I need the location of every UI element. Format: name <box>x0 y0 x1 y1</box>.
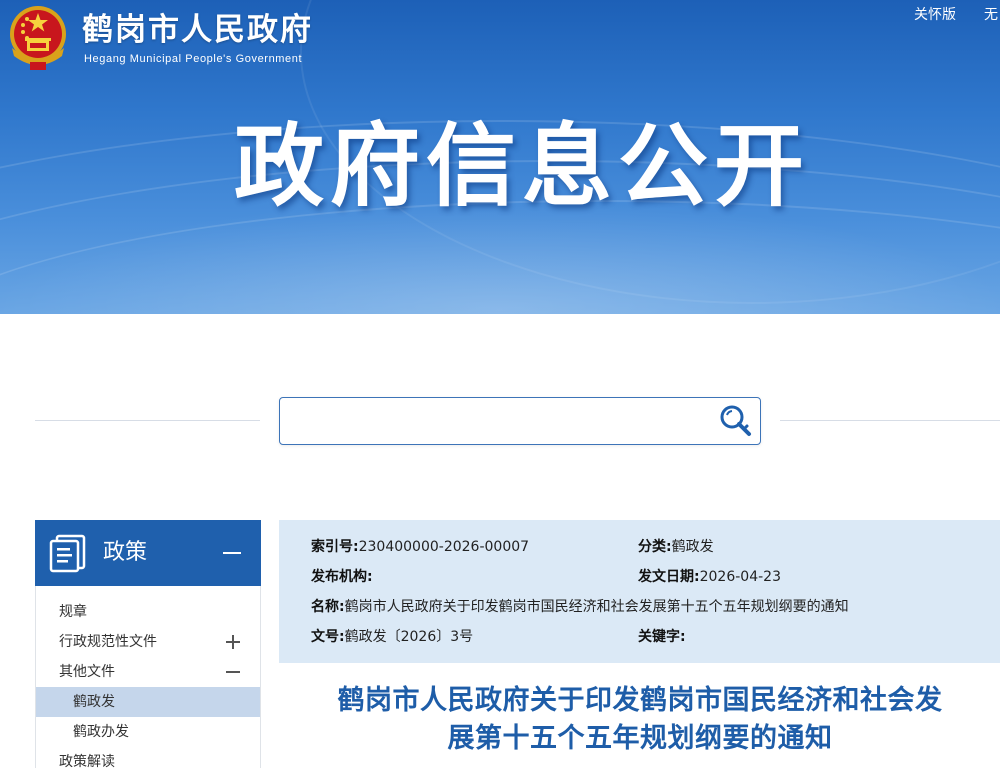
search-divider-left <box>35 420 260 421</box>
document-icon <box>49 534 86 573</box>
article-title-line1: 鹤岗市人民政府关于印发鹤岗市国民经济和社会发 <box>337 685 943 716</box>
meta-date-label: 发文日期: <box>638 569 700 585</box>
meta-docno-label: 文号: <box>311 629 345 645</box>
meta-docno-value: 鹤政发〔2026〕3号 <box>344 629 474 645</box>
meta-name-value: 鹤岗市人民政府关于印发鹤岗市国民经济和社会发展第十五个五年规划纲要的通知 <box>344 599 849 615</box>
sidebar-item-policy-interpretation[interactable]: 政策解读 <box>36 747 260 777</box>
article-title-line2: 展第十五个五年规划纲要的通知 <box>447 723 833 754</box>
meta-index-value: 230400000-2026-00007 <box>358 539 530 555</box>
site-name[interactable]: 鹤岗市人民政府 <box>82 10 313 50</box>
header-banner: 鹤岗市人民政府 Hegang Municipal People's Govern… <box>0 0 1000 314</box>
national-emblem-icon[interactable] <box>6 4 70 72</box>
meta-date: 发文日期:2026-04-23 <box>638 568 781 586</box>
sidebar-item-hezhengbanfa[interactable]: 鹤政办发 <box>36 717 260 747</box>
sidebar-item-regulations[interactable]: 规章 <box>36 597 260 627</box>
sidebar-item-label: 鹤政发 <box>73 694 115 710</box>
plus-icon[interactable] <box>226 635 240 649</box>
meta-category: 分类:鹤政发 <box>638 538 714 556</box>
care-mode-link[interactable]: 关怀版 <box>914 6 956 24</box>
article-title: 鹤岗市人民政府关于印发鹤岗市国民经济和社会发 展第十五个五年规划纲要的通知 <box>290 682 990 758</box>
sidebar-list: 规章 行政规范性文件 其他文件 鹤政发 鹤政办发 政策解读 <box>35 586 261 770</box>
meta-index: 索引号:230400000-2026-00007 <box>311 538 529 556</box>
sidebar-item-hezhengfa[interactable]: 鹤政发 <box>36 687 260 717</box>
collapse-icon[interactable] <box>223 552 241 554</box>
sidebar-item-label: 政策解读 <box>59 754 115 770</box>
document-meta-panel: 索引号:230400000-2026-00007 分类:鹤政发 发布机构: 发文… <box>279 520 1000 663</box>
meta-publisher-label: 发布机构: <box>311 569 373 585</box>
search-input[interactable] <box>290 404 714 438</box>
sidebar-item-label: 鹤政办发 <box>73 724 129 740</box>
meta-keyword: 关键字: <box>638 628 686 646</box>
accessibility-link[interactable]: 无 <box>984 6 998 24</box>
meta-docno: 文号:鹤政发〔2026〕3号 <box>311 628 473 646</box>
search-key-icon[interactable] <box>718 404 754 438</box>
meta-category-label: 分类: <box>638 539 672 555</box>
sidebar-item-label: 行政规范性文件 <box>59 634 157 650</box>
sidebar-item-normative-docs[interactable]: 行政规范性文件 <box>36 627 260 657</box>
hero-title: 政府信息公开 <box>234 114 810 219</box>
sidebar-header[interactable]: 政策 <box>35 520 261 586</box>
search-box <box>279 397 761 445</box>
site-name-english: Hegang Municipal People's Government <box>84 53 303 65</box>
search-divider-right <box>780 420 1000 421</box>
meta-date-value: 2026-04-23 <box>699 569 781 585</box>
minus-icon[interactable] <box>226 665 240 679</box>
sidebar-item-other-docs[interactable]: 其他文件 <box>36 657 260 687</box>
meta-index-label: 索引号: <box>311 539 359 555</box>
meta-name: 名称:鹤岗市人民政府关于印发鹤岗市国民经济和社会发展第十五个五年规划纲要的通知 <box>311 598 849 616</box>
sidebar-item-label: 其他文件 <box>59 664 115 680</box>
meta-keyword-label: 关键字: <box>638 629 686 645</box>
sidebar-item-label: 规章 <box>59 604 87 620</box>
meta-category-value: 鹤政发 <box>671 539 714 555</box>
sidebar-title: 政策 <box>103 540 148 565</box>
meta-name-label: 名称: <box>311 599 345 615</box>
meta-publisher: 发布机构: <box>311 568 373 586</box>
